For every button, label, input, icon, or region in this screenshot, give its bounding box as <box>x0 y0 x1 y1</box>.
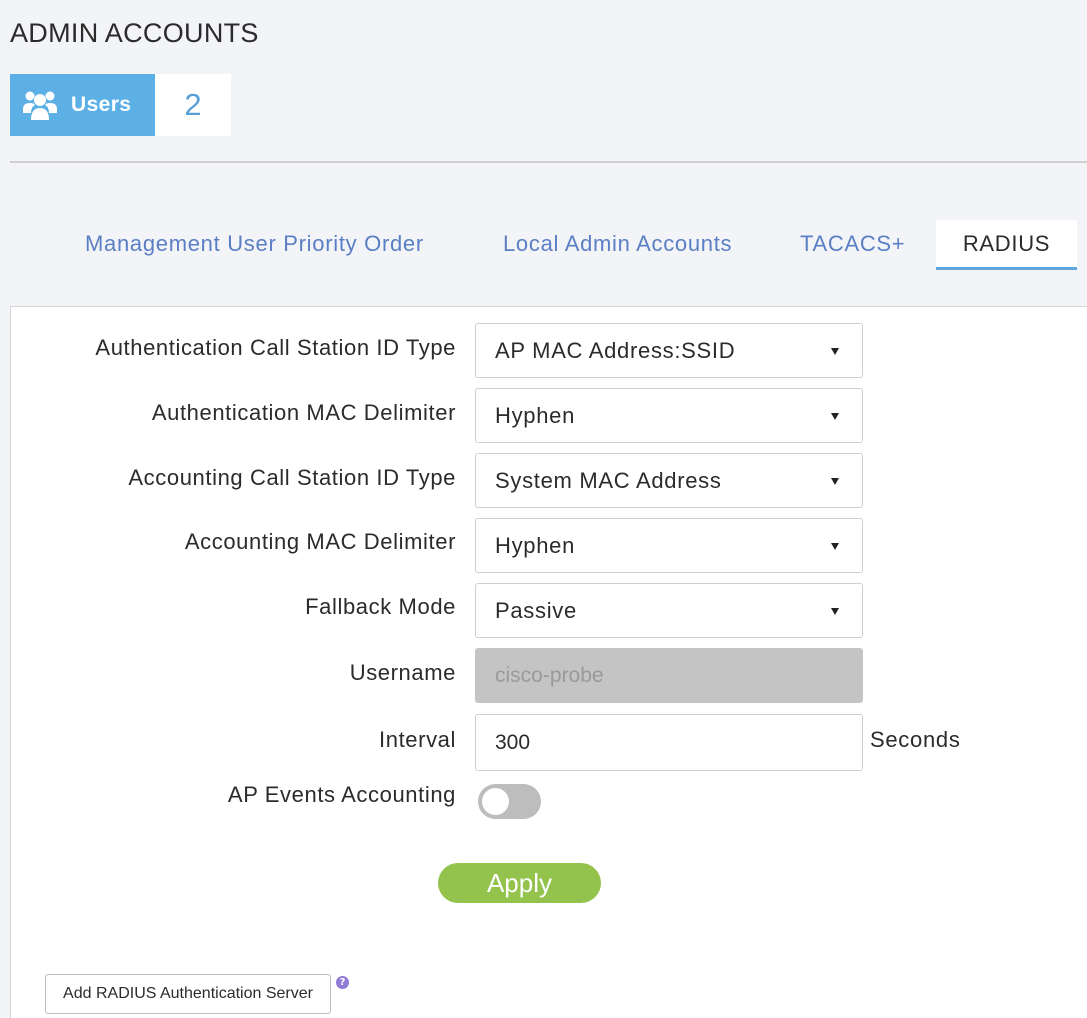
page-title: ADMIN ACCOUNTS <box>10 18 259 48</box>
acct-mac-delimiter-label: Accounting MAC Delimiter <box>184 529 456 554</box>
fallback-mode-label: Fallback Mode <box>305 594 456 619</box>
acct-call-station-id-type-select[interactable]: System MAC Address <box>475 453 863 508</box>
auth-mac-delimiter-label: Authentication MAC Delimiter <box>151 400 456 425</box>
auth-call-station-id-type-label: Authentication Call Station ID Type <box>95 335 456 360</box>
fallback-mode-value: Passive <box>495 597 577 623</box>
interval-input[interactable] <box>475 714 863 771</box>
auth-call-station-id-type-value: AP MAC Address:SSID <box>495 337 736 363</box>
tab-bar: Management User Priority Order Local Adm… <box>0 220 1087 270</box>
tab-management-user-priority-order[interactable]: Management User Priority Order <box>85 220 424 270</box>
auth-call-station-id-type-select[interactable]: AP MAC Address:SSID <box>475 323 863 378</box>
acct-call-station-id-type-label: Accounting Call Station ID Type <box>128 465 456 490</box>
interval-label: Interval <box>379 727 456 752</box>
ap-events-accounting-toggle[interactable] <box>478 784 541 819</box>
tab-local-admin-accounts[interactable]: Local Admin Accounts <box>503 220 732 270</box>
users-badge[interactable]: Users 2 <box>10 74 231 136</box>
header-divider <box>10 161 1087 163</box>
acct-mac-delimiter-value: Hyphen <box>495 532 576 558</box>
chevron-down-icon <box>831 412 839 420</box>
acct-mac-delimiter-select[interactable]: Hyphen <box>475 518 863 573</box>
users-icon <box>23 91 57 120</box>
fallback-mode-select[interactable]: Passive <box>475 583 863 638</box>
tab-radius[interactable]: RADIUS <box>936 220 1077 270</box>
chevron-down-icon <box>831 542 839 550</box>
users-count: 2 <box>155 74 231 136</box>
interval-unit: Seconds <box>870 727 961 752</box>
chevron-down-icon <box>831 607 839 615</box>
username-field: cisco-probe <box>475 648 863 703</box>
toggle-knob <box>482 788 509 815</box>
ap-events-accounting-label: AP Events Accounting <box>227 782 456 807</box>
username-label: Username <box>349 660 456 685</box>
add-radius-auth-server-button[interactable]: Add RADIUS Authentication Server <box>45 974 331 1014</box>
chevron-down-icon <box>831 347 839 355</box>
apply-button[interactable]: Apply <box>438 863 601 903</box>
tab-tacacs[interactable]: TACACS+ <box>800 220 905 270</box>
users-label: Users <box>71 93 132 116</box>
auth-mac-delimiter-value: Hyphen <box>495 402 576 428</box>
chevron-down-icon <box>831 477 839 485</box>
users-label-box[interactable]: Users <box>10 74 155 136</box>
auth-mac-delimiter-select[interactable]: Hyphen <box>475 388 863 443</box>
question-circle-icon[interactable]: ? <box>336 976 349 989</box>
acct-call-station-id-type-value: System MAC Address <box>495 467 722 493</box>
